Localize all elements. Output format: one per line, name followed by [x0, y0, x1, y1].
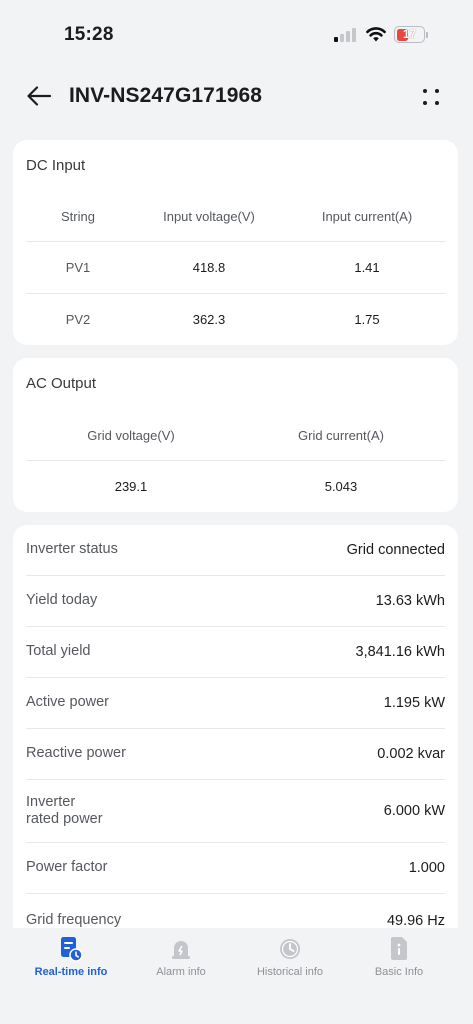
battery-level: 17 — [402, 27, 417, 41]
string-name: PV1 — [65, 260, 91, 275]
list-item: Total yield 3,841.16 kWh — [26, 627, 445, 678]
alarm-icon — [172, 941, 190, 959]
wifi-icon — [366, 27, 386, 42]
info-value: 6.000 kW — [383, 803, 445, 819]
info-value: 3,841.16 kWh — [355, 644, 445, 660]
col-input-voltage: Input voltage(V) — [163, 208, 255, 224]
info-label: Inverter status — [26, 541, 118, 558]
info-label: Active power — [26, 694, 110, 711]
tab-real-time-info[interactable]: Real-time info — [16, 936, 126, 988]
input-voltage: 362.3 — [192, 312, 226, 327]
grid-voltage: 239.1 — [114, 479, 148, 494]
clock-icon — [280, 939, 300, 959]
battery-icon: 17 — [394, 26, 425, 43]
back-arrow-icon[interactable] — [26, 85, 52, 107]
input-current: 1.41 — [354, 260, 380, 275]
info-label-line2: rated power — [26, 811, 103, 827]
more-options-icon[interactable] — [420, 86, 444, 108]
ac-table-header: Grid voltage(V) Grid current(A) — [26, 409, 446, 461]
list-item: Inverter rated power 6.000 kW — [26, 780, 445, 843]
col-string: String — [61, 208, 95, 224]
list-item: Inverter status Grid connected — [26, 525, 445, 576]
string-name: PV2 — [65, 312, 91, 327]
tab-alarm-info[interactable]: Alarm info — [126, 936, 236, 988]
dc-input-title: DC Input — [26, 157, 86, 174]
info-value: 0.002 kvar — [377, 746, 445, 762]
input-current: 1.75 — [354, 312, 380, 327]
tab-label: Historical info — [256, 966, 324, 978]
list-item: Yield today 13.63 kWh — [26, 576, 445, 627]
info-label: Grid frequency — [26, 911, 122, 928]
ac-output-card: AC Output Grid voltage(V) Grid current(A… — [13, 358, 458, 512]
info-value: 49.96 Hz — [386, 912, 445, 929]
info-value: Grid connected — [346, 542, 445, 558]
info-doc-icon — [391, 937, 407, 960]
list-item: Reactive power 0.002 kvar — [26, 729, 445, 780]
tab-label: Alarm info — [156, 966, 206, 978]
inverter-info-card: Inverter status Grid connected Yield tod… — [13, 525, 458, 945]
status-bar: 15:28 17 — [0, 0, 473, 70]
cellular-signal-icon — [334, 28, 356, 42]
status-time: 15:28 — [64, 24, 114, 45]
bottom-tab-bar: Real-time info Alarm info Historical inf… — [0, 928, 473, 1024]
info-label: Yield today — [26, 592, 98, 609]
grid-current: 5.043 — [324, 479, 358, 494]
info-label: Total yield — [26, 643, 91, 660]
tab-basic-info[interactable]: Basic Info — [344, 936, 454, 988]
col-grid-voltage: Grid voltage(V) — [87, 427, 175, 443]
info-value: 1.195 kW — [383, 695, 445, 711]
app-header: INV-NS247G171968 — [0, 76, 473, 118]
table-row: PV1 418.8 1.41 — [26, 241, 446, 293]
tab-historical-info[interactable]: Historical info — [235, 936, 345, 988]
input-voltage: 418.8 — [192, 260, 226, 275]
info-value: 13.63 kWh — [375, 593, 445, 609]
info-label-line1: Inverter — [26, 793, 76, 810]
info-label: Inverter rated power — [26, 794, 103, 829]
info-label: Reactive power — [26, 745, 126, 762]
info-value: 1.000 — [408, 860, 445, 876]
dc-table-header: String Input voltage(V) Input current(A) — [26, 190, 446, 242]
realtime-doc-icon — [61, 937, 83, 962]
info-label: Power factor — [26, 859, 108, 876]
list-item: Active power 1.195 kW — [26, 678, 445, 729]
dc-input-card: DC Input String Input voltage(V) Input c… — [13, 140, 458, 345]
tab-label: Basic Info — [374, 966, 424, 978]
table-row: 239.1 5.043 — [26, 460, 446, 512]
list-item: Power factor 1.000 — [26, 843, 445, 894]
col-input-current: Input current(A) — [321, 208, 413, 224]
table-row: PV2 362.3 1.75 — [26, 293, 446, 345]
tab-label: Real-time info — [34, 966, 108, 978]
col-grid-current: Grid current(A) — [298, 427, 384, 443]
ac-output-title: AC Output — [26, 375, 97, 392]
page-title: INV-NS247G171968 — [69, 84, 263, 107]
